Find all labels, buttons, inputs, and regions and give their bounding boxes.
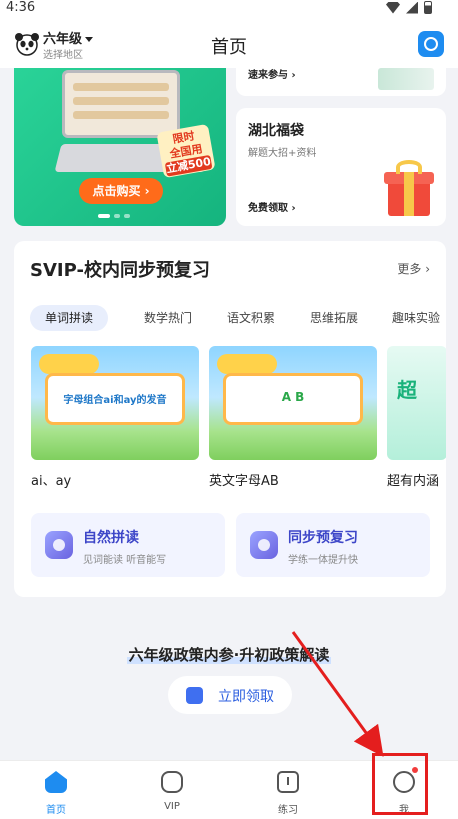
feature-subtitle: 学练一体提升快 xyxy=(288,555,358,566)
tab-label: 练习 xyxy=(278,805,298,816)
sync-review-icon xyxy=(250,531,278,559)
claim-icon xyxy=(186,687,203,704)
phonics-icon xyxy=(45,531,73,559)
feature-title: 同步预复习 xyxy=(288,530,358,546)
battery-icon xyxy=(424,1,432,14)
svip-title: SVIP-校内同步预复习 xyxy=(30,260,210,281)
free-claim-link[interactable]: 免费领取 › xyxy=(248,199,296,214)
tablet-image xyxy=(62,70,180,138)
gift-bow xyxy=(396,160,422,174)
tab-home[interactable]: 首页 xyxy=(16,761,96,819)
hubei-subtitle: 解题大招+资料 xyxy=(248,148,317,159)
app-header: 六年级 选择地区 首页 xyxy=(0,22,458,68)
join-card[interactable]: 速来参与 › xyxy=(236,68,446,96)
lesson-board: 字母组合ai和ay的发音 xyxy=(45,373,185,425)
carousel-dot xyxy=(124,214,130,218)
vip-face-icon xyxy=(161,771,183,793)
subject-tabs: 单词拼读 数学热门 语文积累 思维拓展 趣味实验 xyxy=(30,305,446,331)
promo-banner[interactable]: 限时 全国用 立减500 点击购买 › xyxy=(14,68,226,226)
tab-label: VIP xyxy=(164,801,180,812)
tab-math-hot[interactable]: 数学热门 xyxy=(144,305,192,331)
lesson-card-partial[interactable]: 超 xyxy=(387,346,446,460)
policy-title-text: 六年级政策内参·升初政策解读 xyxy=(126,646,332,664)
claim-button[interactable]: 立即领取 xyxy=(168,676,292,714)
carousel-dot xyxy=(114,214,120,218)
lesson-board: A B xyxy=(223,373,363,425)
join-link[interactable]: 速来参与 › xyxy=(248,68,296,84)
feature-subtitle: 见词能读 听音能写 xyxy=(83,555,167,566)
lesson-card-ai-ay[interactable]: 字母组合ai和ay的发音 xyxy=(31,346,199,460)
partial-board-text: 超 xyxy=(397,378,417,402)
lesson-sign xyxy=(217,354,277,374)
hubei-title: 湖北福袋 xyxy=(248,123,304,139)
tab-chinese[interactable]: 语文积累 xyxy=(227,305,275,331)
tab-experiment[interactable]: 趣味实验 xyxy=(392,305,440,331)
carousel-dots xyxy=(98,214,130,218)
status-time: 4:36 xyxy=(6,0,36,15)
annotation-highlight-box xyxy=(372,753,428,815)
claim-label: 立即领取 xyxy=(218,689,274,705)
status-bar: 4:36 xyxy=(0,0,458,22)
signal-icon xyxy=(406,1,418,14)
status-icons xyxy=(386,1,432,14)
tab-word-phonics[interactable]: 单词拼读 xyxy=(30,305,109,331)
home-icon xyxy=(45,771,67,793)
tab-practice[interactable]: 练习 xyxy=(248,761,328,819)
svip-section: SVIP-校内同步预复习 更多 › 单词拼读 数学热门 语文积累 思维拓展 趣味… xyxy=(14,241,446,597)
lesson-caption: ai、ay xyxy=(31,474,72,489)
join-thumbnail xyxy=(378,68,434,90)
phonics-feature[interactable]: 自然拼读 见词能读 听音能写 xyxy=(31,513,225,577)
buy-button[interactable]: 点击购买 › xyxy=(79,178,163,204)
practice-book-icon xyxy=(277,771,299,793)
more-link[interactable]: 更多 › xyxy=(397,260,430,277)
page-title: 首页 xyxy=(211,37,247,58)
board-text: A B xyxy=(281,390,305,404)
carousel-dot-active xyxy=(98,214,110,218)
lesson-caption: 英文字母AB xyxy=(209,474,279,489)
board-text: 字母组合ai和ay的发音 xyxy=(63,395,167,406)
limited-offer-badge: 限时 全国用 立减500 xyxy=(156,123,216,179)
wifi-icon xyxy=(386,1,400,14)
tab-vip[interactable]: VIP xyxy=(132,761,212,819)
lesson-card-ab[interactable]: A B xyxy=(209,346,377,460)
lesson-caption: 超有内涵 xyxy=(387,474,440,489)
feature-title: 自然拼读 xyxy=(83,530,139,546)
tab-label: 首页 xyxy=(46,805,66,816)
sync-review-feature[interactable]: 同步预复习 学练一体提升快 xyxy=(236,513,430,577)
gift-ribbon xyxy=(404,172,414,216)
policy-title: 六年级政策内参·升初政策解读 xyxy=(0,644,458,665)
hubei-gift-card[interactable]: 湖北福袋 解题大招+资料 免费领取 › xyxy=(236,108,446,226)
lesson-sign xyxy=(39,354,99,374)
tab-thinking[interactable]: 思维拓展 xyxy=(310,305,358,331)
scan-button[interactable] xyxy=(418,31,444,57)
